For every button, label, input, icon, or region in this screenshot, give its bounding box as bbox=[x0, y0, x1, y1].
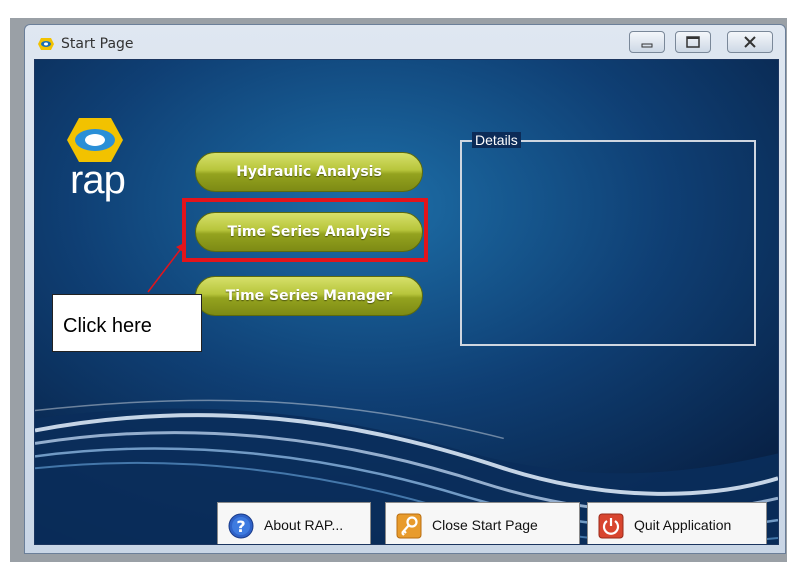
details-panel bbox=[460, 140, 756, 346]
help-icon: ? bbox=[228, 513, 254, 539]
rap-logo-icon bbox=[38, 38, 54, 50]
time-series-manager-button[interactable]: Time Series Manager bbox=[195, 276, 423, 316]
start-page-window: Start Page rap Hydraulic Analysis Time S… bbox=[24, 24, 786, 554]
minimize-icon bbox=[641, 43, 653, 48]
close-icon bbox=[744, 36, 756, 48]
power-icon bbox=[598, 513, 624, 539]
about-rap-button[interactable]: ? About RAP... bbox=[217, 502, 371, 544]
about-rap-label: About RAP... bbox=[264, 517, 344, 533]
window-title: Start Page bbox=[61, 36, 134, 52]
restore-icon bbox=[686, 36, 700, 48]
close-start-page-button[interactable]: Close Start Page bbox=[385, 502, 580, 544]
quit-application-button[interactable]: Quit Application bbox=[587, 502, 767, 544]
close-start-page-label: Close Start Page bbox=[432, 517, 538, 533]
hydraulic-analysis-button[interactable]: Hydraulic Analysis bbox=[195, 152, 423, 192]
svg-text:?: ? bbox=[236, 517, 245, 536]
rap-logo-text: rap bbox=[70, 158, 126, 202]
minimize-button[interactable] bbox=[629, 31, 665, 53]
key-icon bbox=[396, 513, 422, 539]
title-bar[interactable]: Start Page bbox=[25, 25, 785, 63]
close-window-button[interactable] bbox=[727, 31, 773, 53]
annotation-highlight-box bbox=[182, 198, 428, 262]
callout-text: Click here bbox=[63, 315, 152, 337]
quit-application-label: Quit Application bbox=[634, 517, 732, 533]
maximize-button[interactable] bbox=[675, 31, 711, 53]
click-here-callout: Click here bbox=[52, 294, 202, 352]
details-legend: Details bbox=[472, 132, 521, 148]
